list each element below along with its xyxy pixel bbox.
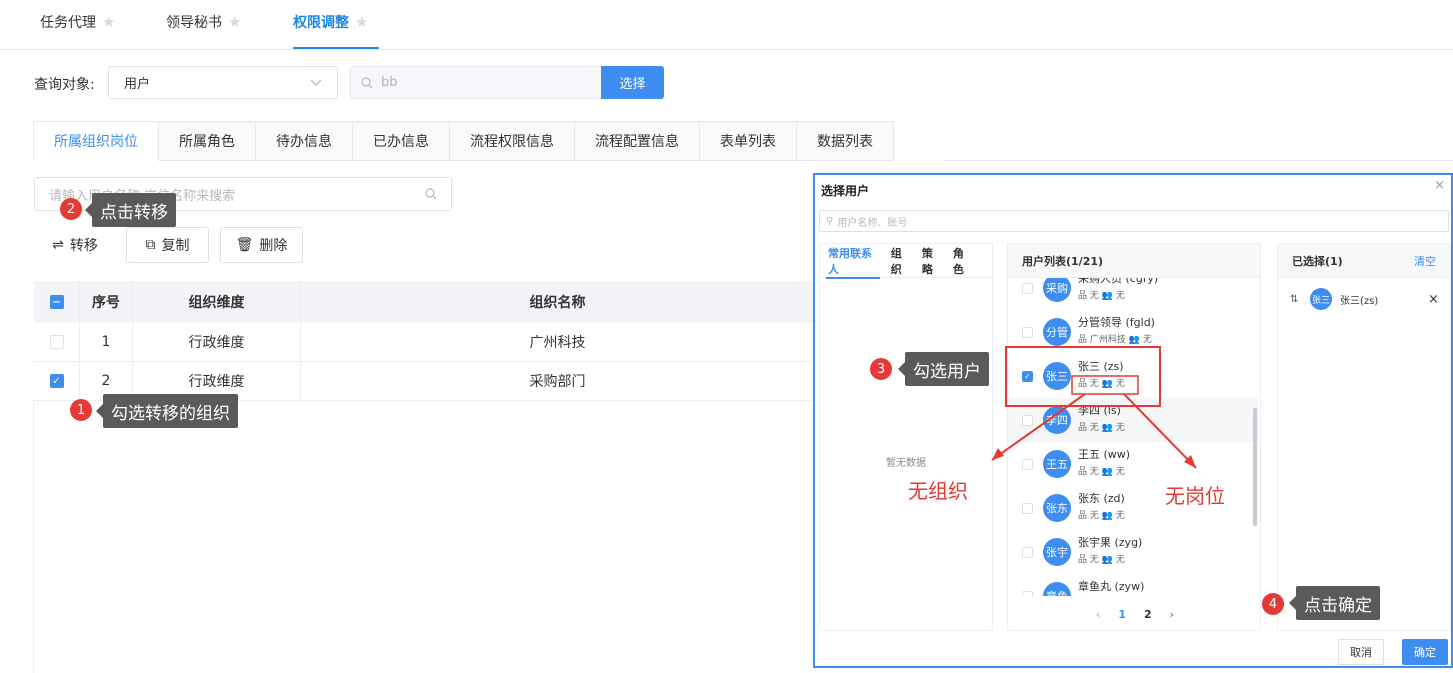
annotation-no-post: 无岗位	[1165, 484, 1225, 508]
step-badge: 3	[870, 358, 892, 380]
callout-click-confirm: 点击确定	[1289, 586, 1380, 620]
arrow-head	[992, 448, 1004, 460]
annotation-overlay	[991, 346, 1197, 469]
annotation-no-org: 无组织	[908, 479, 968, 503]
step-badge: 4	[1262, 593, 1284, 615]
callout-check-user: 勾选用户	[898, 352, 989, 386]
highlight-box	[1071, 375, 1139, 395]
